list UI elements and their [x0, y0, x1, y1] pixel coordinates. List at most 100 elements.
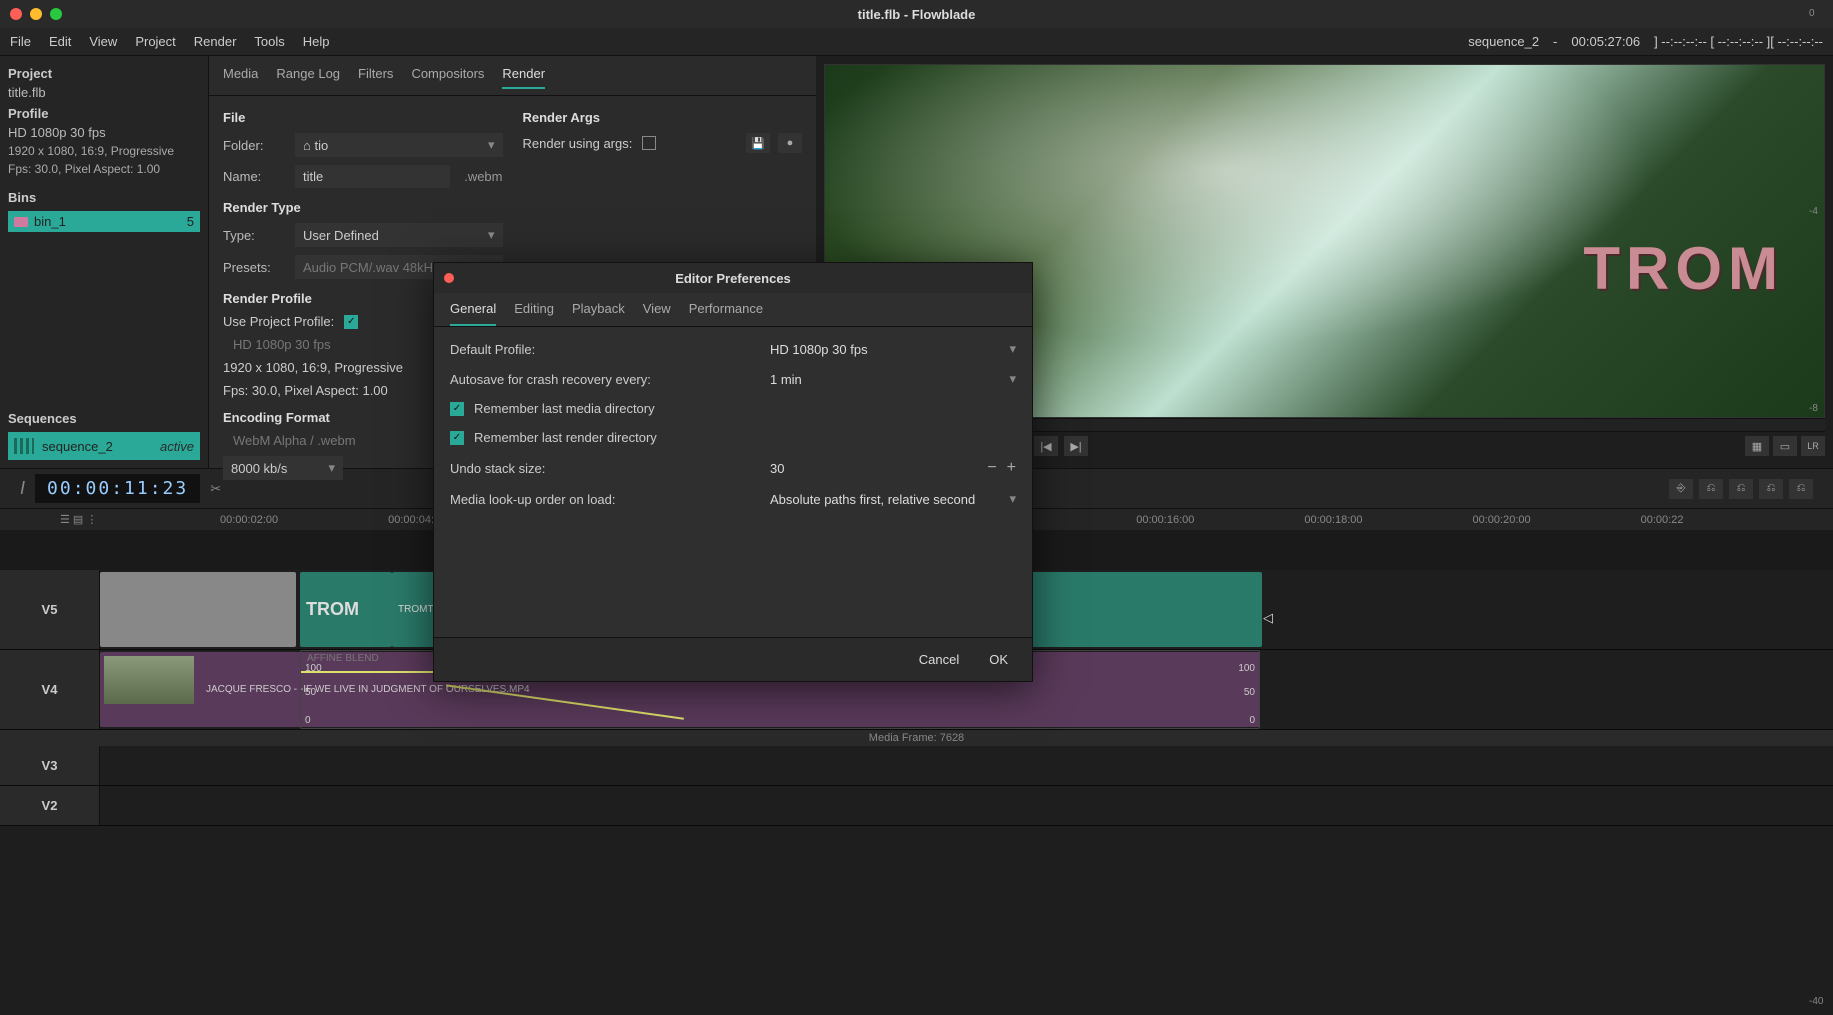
lookup-value: Absolute paths first, relative second [770, 492, 975, 507]
audio-meter: 0 -4 -8 -12 -20 -40 [1809, 8, 1825, 1007]
sequence-row[interactable]: sequence_2 active [8, 432, 200, 460]
dtab-editing[interactable]: Editing [514, 301, 554, 326]
status-sequence: sequence_2 [1468, 34, 1539, 49]
profile-name: HD 1080p 30 fps [8, 125, 200, 140]
layout-icon[interactable]: ▦ [1745, 436, 1769, 456]
track-head-v4[interactable]: V4 [0, 650, 100, 729]
tool-insert-icon[interactable]: I [20, 478, 25, 499]
preview-overlay-text: TROM [1583, 234, 1784, 303]
close-icon[interactable] [10, 8, 22, 20]
maximize-icon[interactable] [50, 8, 62, 20]
tab-media[interactable]: Media [223, 66, 258, 89]
status-marks: ] --:--:--:-- [ --:--:--:-- ][ --:--:--:… [1654, 34, 1823, 49]
ruler-tools-icon[interactable]: ☰ ▤ ⋮ [60, 513, 97, 526]
edit-tool-2[interactable]: ⎌ [1729, 479, 1753, 499]
insert-clip-icon[interactable]: ⎆ [1669, 479, 1693, 499]
presets-label: Presets: [223, 260, 285, 275]
sequence-status: active [160, 439, 194, 454]
autosave-dropdown[interactable]: 1 min ▾ [770, 371, 1016, 387]
menu-help[interactable]: Help [303, 34, 330, 49]
name-field[interactable]: title [295, 165, 450, 188]
folder-icon [14, 217, 28, 227]
tab-rangelog[interactable]: Range Log [276, 66, 340, 89]
menu-project[interactable]: Project [135, 34, 175, 49]
chevron-down-icon: ▾ [1009, 491, 1016, 507]
default-profile-label: Default Profile: [450, 342, 770, 357]
trim-icon[interactable]: ▭ [1773, 436, 1797, 456]
next-button[interactable]: ▶| [1064, 436, 1088, 456]
dialog-title: Editor Preferences [675, 271, 791, 286]
menu-tools[interactable]: Tools [254, 34, 284, 49]
preferences-dialog: Editor Preferences General Editing Playb… [433, 262, 1033, 682]
keyframe-line[interactable] [446, 684, 683, 719]
titlebar: title.flb - Flowblade [0, 0, 1833, 28]
bin-row[interactable]: bin_1 5 [8, 211, 200, 232]
type-dropdown[interactable]: User Defined ▾ [295, 223, 503, 247]
stepper-minus-icon[interactable]: − [987, 459, 996, 477]
folder-dropdown[interactable]: ⌂ tio ▾ [295, 133, 503, 157]
menubar: File Edit View Project Render Tools Help… [0, 28, 1833, 56]
undo-stepper[interactable]: 30 − + [770, 459, 1016, 477]
clip-gray[interactable] [100, 572, 296, 647]
autosave-value: 1 min [770, 372, 802, 387]
menu-edit[interactable]: Edit [49, 34, 71, 49]
tab-filters[interactable]: Filters [358, 66, 393, 89]
bin-name: bin_1 [34, 214, 66, 229]
menu-file[interactable]: File [10, 34, 31, 49]
window-title: title.flb - Flowblade [858, 7, 976, 22]
lookup-label: Media look-up order on load: [450, 492, 770, 507]
dtab-playback[interactable]: Playback [572, 301, 625, 326]
folder-label: Folder: [223, 138, 285, 153]
default-profile-dropdown[interactable]: HD 1080p 30 fps ▾ [770, 341, 1016, 357]
bins-heading: Bins [8, 190, 200, 205]
prev-button[interactable]: |◀ [1034, 436, 1058, 456]
menu-view[interactable]: View [89, 34, 117, 49]
save-args-icon[interactable]: 💾 [746, 133, 770, 153]
sequences-heading: Sequences [8, 411, 200, 426]
bitrate-dropdown[interactable]: 8000 kb/s ▾ [223, 456, 343, 480]
ok-button[interactable]: OK [989, 652, 1008, 667]
folder-value: tio [314, 138, 328, 153]
track-head-v3[interactable]: V3 [0, 746, 100, 785]
undo-value: 30 [770, 461, 784, 476]
dtab-performance[interactable]: Performance [689, 301, 763, 326]
name-value: title [303, 169, 323, 184]
lookup-dropdown[interactable]: Absolute paths first, relative second ▾ [770, 491, 1016, 507]
tab-render[interactable]: Render [502, 66, 545, 89]
clip-trom[interactable]: TROM [300, 572, 392, 647]
track-body-v3[interactable] [100, 746, 1833, 785]
type-heading: Render Type [223, 200, 503, 215]
use-project-checkbox[interactable]: ✓ [344, 315, 358, 329]
autosave-label: Autosave for crash recovery every: [450, 372, 770, 387]
track-head-v5[interactable]: V5 [0, 570, 100, 649]
stepper-plus-icon[interactable]: + [1007, 459, 1016, 477]
track-body-v2[interactable] [100, 786, 1833, 825]
cut-tool-icon[interactable]: ✂ [210, 481, 221, 497]
timecode-display[interactable]: 00:00:11:23 [35, 474, 200, 503]
project-panel: Project title.flb Profile HD 1080p 30 fp… [0, 56, 208, 468]
chevron-down-icon: ▾ [488, 227, 495, 243]
tab-compositors[interactable]: Compositors [411, 66, 484, 89]
edit-tool-3[interactable]: ⎌ [1759, 479, 1783, 499]
cancel-button[interactable]: Cancel [919, 652, 959, 667]
panel-tabs: Media Range Log Filters Compositors Rend… [209, 56, 816, 96]
track-head-v2[interactable]: V2 [0, 786, 100, 825]
render-args-checkbox[interactable] [642, 136, 656, 150]
media-frame-status: Media Frame: 7628 [0, 730, 1833, 746]
chevron-down-icon: ▾ [1009, 341, 1016, 357]
refresh-args-icon[interactable]: ● [778, 133, 802, 153]
chevron-down-icon: ▾ [328, 460, 335, 476]
file-heading: File [223, 110, 503, 125]
menu-render[interactable]: Render [194, 34, 237, 49]
clip-handle-icon[interactable]: ◁ [1263, 610, 1273, 626]
minimize-icon[interactable] [30, 8, 42, 20]
render-args-heading: Render Args [523, 110, 803, 125]
edit-tool-1[interactable]: ⎌ [1699, 479, 1723, 499]
dtab-general[interactable]: General [450, 301, 496, 326]
home-icon: ⌂ [303, 138, 311, 153]
dialog-titlebar: Editor Preferences [434, 263, 1032, 293]
dtab-view[interactable]: View [643, 301, 671, 326]
remember-render-checkbox[interactable]: ✓ [450, 431, 464, 445]
remember-media-checkbox[interactable]: ✓ [450, 402, 464, 416]
dialog-close-icon[interactable] [444, 273, 454, 283]
